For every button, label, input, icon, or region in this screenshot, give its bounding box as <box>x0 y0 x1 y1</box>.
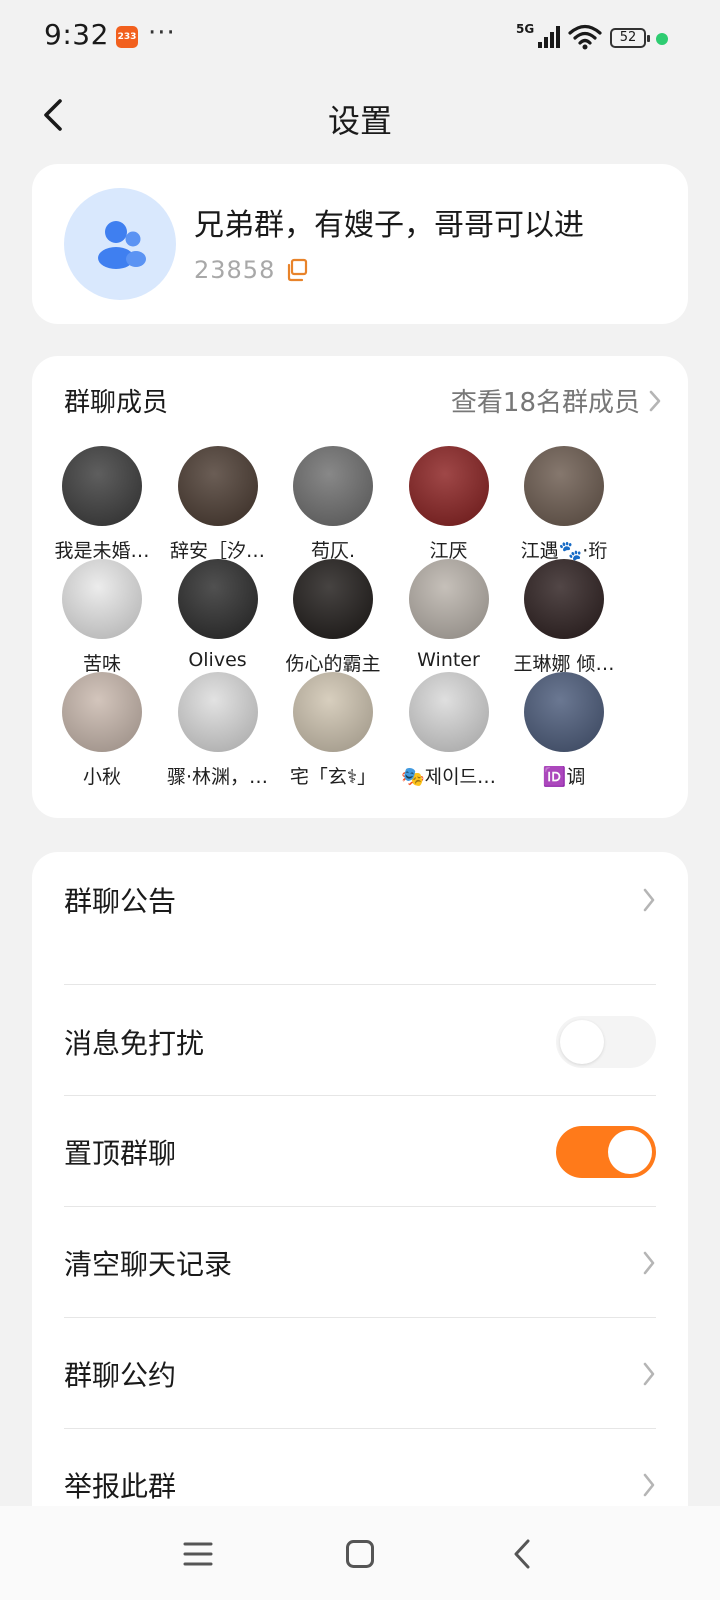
divider <box>64 1095 656 1096</box>
home-square-icon <box>346 1540 374 1568</box>
view-all-members-label: 查看18名群成员 <box>450 388 640 418</box>
group-id-row: 23858 <box>194 256 309 284</box>
chevron-right-icon <box>643 888 655 912</box>
member-item[interactable]: Olives <box>158 559 278 671</box>
member-avatar <box>177 672 258 752</box>
system-back-button[interactable] <box>502 1534 542 1574</box>
member-name: 骤·林渊，… <box>166 766 269 788</box>
toggle-knob <box>608 1130 652 1174</box>
do-not-disturb-toggle[interactable] <box>556 1016 656 1068</box>
cellular-signal-icon: 5G <box>516 22 562 50</box>
member-item[interactable]: 江遇🐾·珩 <box>504 446 624 563</box>
member-item[interactable]: 小秋 <box>42 672 162 789</box>
member-item[interactable]: 宅「玄⚕」 <box>273 672 393 789</box>
member-item[interactable]: 江厌 <box>389 446 509 563</box>
setting-label: 举报此群 <box>64 1470 177 1503</box>
member-item[interactable]: Winter <box>389 559 509 671</box>
settings-card: 群聊公告 消息免打扰 置顶群聊 清空聊天记录 群聊公约 举报此群 <box>32 852 688 1532</box>
chevron-right-icon <box>649 390 661 411</box>
member-avatar <box>62 559 142 639</box>
setting-label: 清空聊天记录 <box>64 1248 233 1281</box>
group-people-icon <box>98 221 146 269</box>
member-name: 🎭제이드… <box>400 766 497 788</box>
home-button[interactable] <box>340 1534 380 1574</box>
setting-report-group[interactable]: 举报此群 <box>64 1457 656 1513</box>
member-item[interactable]: 苦味 <box>42 559 162 676</box>
members-section-title: 群聊成员 <box>64 388 169 418</box>
status-bar: 9:32 233 ··· 5G 52 <box>0 0 720 76</box>
menu-icon <box>183 1542 213 1566</box>
divider <box>64 984 656 985</box>
member-avatar <box>524 672 604 752</box>
member-avatar <box>62 446 142 526</box>
member-avatar <box>293 446 373 526</box>
member-item[interactable]: 🆔调 <box>504 672 624 789</box>
setting-do-not-disturb: 消息免打扰 <box>64 1014 656 1070</box>
member-avatar <box>524 446 604 526</box>
wifi-icon <box>568 24 602 50</box>
system-nav-bar <box>0 1506 720 1600</box>
member-avatar <box>177 446 258 526</box>
member-item[interactable]: 苟仄. <box>273 446 393 563</box>
setting-pin-chat: 置顶群聊 <box>64 1124 656 1180</box>
group-id: 23858 <box>194 256 276 284</box>
pin-chat-toggle[interactable] <box>556 1126 656 1178</box>
divider <box>64 1428 656 1429</box>
group-info-card[interactable]: 兄弟群，有嫂子，哥哥可以进 23858 <box>32 164 688 324</box>
setting-group-announcement[interactable]: 群聊公告 <box>64 872 656 928</box>
status-time: 9:32 <box>44 18 109 51</box>
members-card: 群聊成员 查看18名群成员 我是未婚… 辞安［汐… 苟仄. 江厌 江遇🐾·珩苦味 Oliv… <box>32 356 688 818</box>
setting-label: 群聊公告 <box>64 885 177 918</box>
privacy-indicator-dot <box>656 33 668 45</box>
member-name: Olives <box>188 649 247 671</box>
header: 设置 <box>0 80 720 150</box>
member-item[interactable]: 辞安［汐… <box>158 446 278 563</box>
member-name: 🆔调 <box>542 766 586 788</box>
member-avatar <box>177 559 258 639</box>
member-avatar <box>293 672 373 752</box>
member-name: 小秋 <box>82 766 121 788</box>
view-all-members-link[interactable]: 查看18名群成员 <box>451 382 662 419</box>
setting-group-rules[interactable]: 群聊公约 <box>64 1346 656 1402</box>
setting-label: 置顶群聊 <box>64 1137 177 1170</box>
divider <box>64 1317 656 1318</box>
member-name: Winter <box>417 649 480 671</box>
app-notification-icon: 233 <box>116 26 138 48</box>
chevron-right-icon <box>643 1251 655 1275</box>
recent-apps-button[interactable] <box>178 1534 218 1574</box>
member-avatar <box>408 446 489 526</box>
group-avatar[interactable] <box>64 188 176 300</box>
page-title: 设置 <box>327 102 392 140</box>
member-avatar <box>62 672 142 752</box>
group-name: 兄弟群，有嫂子，哥哥可以进 <box>194 208 584 243</box>
member-item[interactable]: 骤·林渊，… <box>158 672 278 789</box>
more-notifications-icon: ··· <box>148 18 176 48</box>
member-item[interactable]: 伤心的霸主 <box>273 559 393 676</box>
divider <box>64 1206 656 1207</box>
member-item[interactable]: 🎭제이드… <box>389 672 509 789</box>
setting-label: 消息免打扰 <box>64 1027 205 1060</box>
member-avatar <box>408 559 489 639</box>
member-avatar <box>293 559 373 639</box>
member-avatar <box>524 559 604 639</box>
back-triangle-icon <box>514 1539 530 1569</box>
battery-icon: 52 <box>610 28 650 48</box>
setting-label: 群聊公约 <box>64 1359 177 1392</box>
member-avatar <box>408 672 489 752</box>
toggle-knob <box>560 1020 604 1064</box>
chevron-right-icon <box>643 1362 655 1386</box>
copy-icon[interactable] <box>285 258 309 282</box>
member-name: 宅「玄⚕」 <box>289 766 377 788</box>
chevron-right-icon <box>643 1473 655 1497</box>
member-item[interactable]: 我是未婚… <box>42 446 162 563</box>
setting-clear-history[interactable]: 清空聊天记录 <box>64 1235 656 1291</box>
member-item[interactable]: 王琳娜 倾… <box>504 559 624 676</box>
